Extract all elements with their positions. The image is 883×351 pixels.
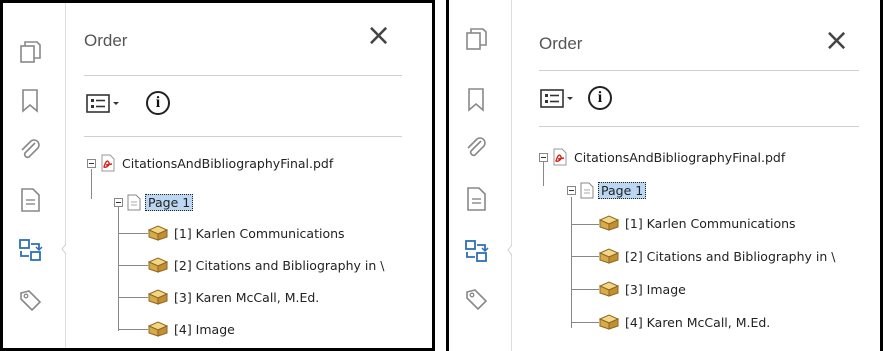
pdf-file-icon [101, 154, 115, 172]
close-icon[interactable]: × [824, 26, 849, 56]
tree-node-content[interactable]: [3] Karen McCall, M.Ed. [148, 286, 319, 308]
content-label: [1] Karlen Communications [174, 225, 345, 241]
divider [84, 136, 402, 137]
tree-connector [118, 265, 148, 266]
info-icon[interactable]: i [588, 86, 612, 110]
tree-connector [118, 329, 148, 330]
tree-connector [571, 256, 599, 257]
page-icon [580, 182, 594, 198]
order-icon[interactable] [15, 235, 45, 265]
document-icon[interactable] [461, 184, 491, 214]
tree-node-content[interactable]: [2] Citations and Bibliography in \ [599, 245, 835, 267]
container-box-icon [599, 248, 619, 264]
divider [539, 126, 859, 127]
page-label: Page 1 [145, 193, 194, 211]
order-pane: Order × i CitationsAndBibliographyFinal.… [512, 0, 880, 351]
tree-node-content[interactable]: [4] Karen McCall, M.Ed. [599, 311, 770, 333]
collapse-toggle[interactable] [87, 158, 96, 168]
container-box-icon [599, 281, 619, 297]
tree-connector [571, 322, 599, 323]
right-screenshot-panel: Order × i CitationsAndBibliographyFinal.… [446, 0, 883, 351]
attachment-icon[interactable] [461, 133, 491, 163]
order-pane: Order × i CitationsAndBibliographyFinal.… [66, 3, 432, 348]
tree-node-content[interactable]: [1] Karlen Communications [148, 222, 345, 244]
bookmark-icon[interactable] [461, 84, 491, 114]
container-box-icon [148, 321, 168, 337]
tree-connector [571, 289, 599, 290]
options-menu-button[interactable] [540, 87, 584, 111]
divider [84, 75, 402, 76]
tree-connector [118, 207, 119, 331]
file-name: CitationsAndBibliographyFinal.pdf [122, 155, 334, 171]
order-icon[interactable] [461, 236, 491, 266]
content-label: [4] Image [174, 321, 235, 337]
content-label: [3] Image [625, 281, 686, 297]
pane-title: Order [539, 34, 583, 53]
tree-connector [118, 233, 148, 234]
attachment-icon[interactable] [15, 135, 45, 165]
navigation-toolstrip [449, 0, 517, 351]
container-box-icon [599, 314, 619, 330]
tree-node-page[interactable]: Page 1 [114, 191, 194, 213]
tree-connector [571, 197, 572, 328]
tree-node-page[interactable]: Page 1 [567, 179, 647, 201]
container-box-icon [148, 225, 168, 241]
tree-connector [118, 297, 148, 298]
pages-icon[interactable] [461, 24, 491, 54]
tree-node-content[interactable]: [2] Citations and Bibliography in \ [148, 254, 384, 276]
content-label: [4] Karen McCall, M.Ed. [625, 314, 771, 330]
tree-connector [571, 224, 599, 225]
page-label: Page 1 [598, 181, 647, 199]
tags-icon[interactable] [15, 285, 45, 315]
tree-node-content[interactable]: [4] Image [148, 318, 235, 340]
divider [539, 70, 859, 71]
collapse-toggle[interactable] [114, 197, 123, 207]
navigation-toolstrip [3, 3, 71, 348]
tags-icon[interactable] [461, 284, 491, 314]
collapse-toggle[interactable] [539, 152, 548, 162]
file-name: CitationsAndBibliographyFinal.pdf [574, 149, 786, 165]
pdf-file-icon [553, 148, 567, 166]
tree-node-file[interactable]: CitationsAndBibliographyFinal.pdf [87, 152, 333, 174]
tree-node-file[interactable]: CitationsAndBibliographyFinal.pdf [539, 146, 785, 168]
content-label: [1] Karlen Communications [625, 215, 796, 231]
page-icon [127, 194, 141, 210]
tree-node-content[interactable]: [3] Image [599, 278, 686, 300]
content-label: [3] Karen McCall, M.Ed. [174, 289, 320, 305]
container-box-icon [148, 257, 168, 273]
left-screenshot-panel: Order × i CitationsAndBibliographyFinal.… [0, 0, 435, 351]
container-box-icon [148, 289, 168, 305]
content-label: [2] Citations and Bibliography in \ [174, 257, 385, 273]
pane-title: Order [84, 31, 128, 50]
info-icon[interactable]: i [146, 91, 170, 115]
close-icon[interactable]: × [366, 21, 391, 51]
bookmark-icon[interactable] [15, 85, 45, 115]
options-menu-button[interactable] [86, 92, 130, 116]
document-icon[interactable] [15, 185, 45, 215]
pages-icon[interactable] [15, 37, 45, 67]
collapse-toggle[interactable] [567, 185, 576, 195]
container-box-icon [599, 215, 619, 231]
tree-node-content[interactable]: [1] Karlen Communications [599, 212, 796, 234]
content-label: [2] Citations and Bibliography in \ [625, 248, 836, 264]
